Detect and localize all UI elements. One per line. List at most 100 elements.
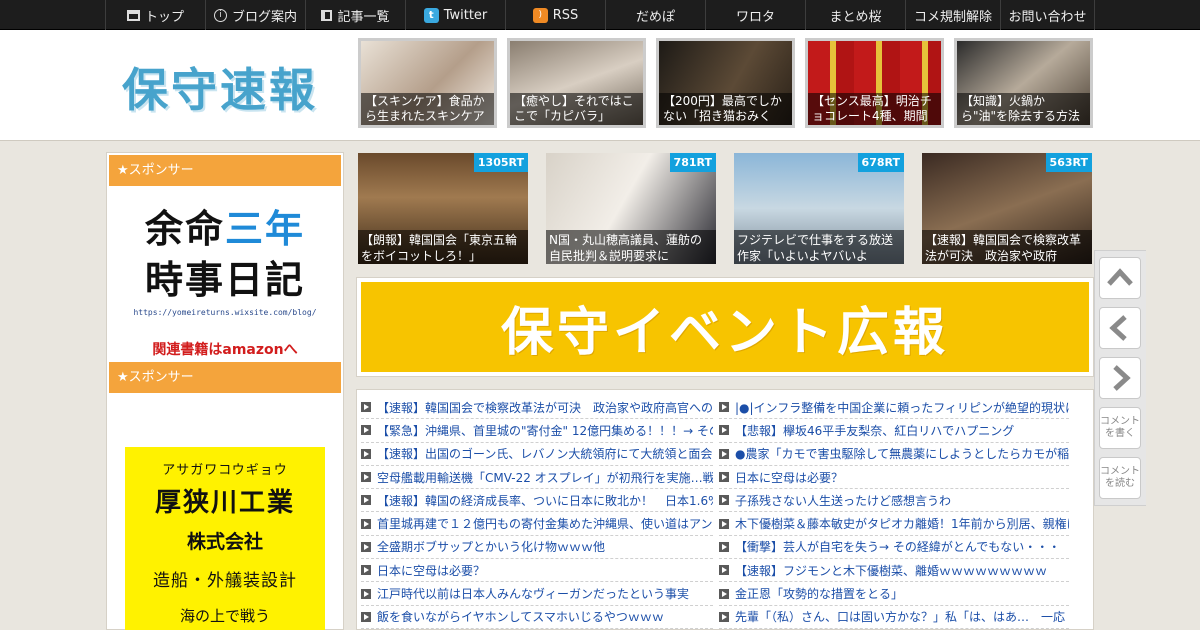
header-thumbnail[interactable]: 【200円】最高でしかない「招き猫おみくじ」 (656, 38, 795, 128)
headline-link[interactable]: 子孫残さない人生送ったけど感想言うわ (719, 489, 1069, 513)
event-banner-text: 保守イベント広報 (361, 282, 1089, 372)
sidebar: ★スポンサー 余命三年 時事日記 https://yomeireturns.wi… (106, 152, 344, 630)
nav-item-rss[interactable]: ) RSS (505, 0, 605, 30)
headline-link[interactable]: 日本に空母は必要？ (361, 559, 713, 583)
headline-text: 【速報】フジモンと木下優樹菜、離婚ｗｗｗｗｗｗｗｗｗ (735, 563, 1048, 578)
headline-link[interactable]: |●|インフラ整備を中国企業に頼ったフィリピンが絶望的現状に (719, 396, 1069, 420)
nav-label: ブログ案内 (231, 9, 297, 25)
headline-link[interactable]: 木下優樹菜＆藤本敏史がタピオカ離婚！1年前から別居、親権は (719, 512, 1069, 536)
nav-item-matome-sakura[interactable]: まとめ桜 (805, 0, 905, 30)
nav-item-blog-guide[interactable]: i ブログ案内 (205, 0, 305, 30)
nav-item-contact[interactable]: お問い合わせ (1000, 0, 1095, 30)
thumbnail-caption: 【知識】火鍋から"油"を除去する方法 (957, 93, 1090, 125)
arrow-bullet-icon (361, 402, 371, 413)
headline-text: 【速報】出国のゴーン氏、レバノン大統領府にて大統領と面会か (377, 447, 713, 462)
site-logo[interactable]: 保守速報 (122, 54, 318, 120)
headline-link[interactable]: 飯を食いながらイヤホンしてスマホいじるやつｗｗｗ (361, 606, 713, 629)
arrow-bullet-icon (719, 448, 729, 459)
scroll-top-button[interactable] (1099, 257, 1141, 299)
headline-text: 【速報】韓国の経済成長率、ついに日本に敗北か！ 日本1.6% (377, 493, 713, 508)
list-icon (321, 9, 333, 21)
headline-link[interactable]: 【速報】韓国の経済成長率、ついに日本に敗北か！ 日本1.6% (361, 489, 713, 513)
rt-count-badge: 1305RT (473, 153, 528, 172)
popular-article-title: N国・丸山穂高議員、蓮舫の自民批判＆説明要求に (546, 230, 716, 264)
arrow-bullet-icon (361, 472, 371, 483)
headline-link[interactable]: 先輩「（私）さん、口は固い方かな？」私「は、はあ… 一応 (719, 606, 1069, 629)
sponsor-ad-yomei[interactable]: 余命三年 時事日記 https://yomeireturns.wixsite.c… (107, 188, 343, 360)
headline-link[interactable]: 【緊急】沖縄県、首里城の"寄付金" 12億円集める！！！→ その使い道 (361, 419, 713, 443)
headline-link[interactable]: 空母艦載用輸送機「CMV-22 オスプレイ」が初飛行を実施…戦力 (361, 466, 713, 490)
arrow-bullet-icon (361, 495, 371, 506)
nav-label: 記事一覧 (337, 9, 390, 25)
headline-column-right: |●|インフラ整備を中国企業に頼ったフィリピンが絶望的現状に 【悲報】欅坂46平… (719, 396, 1069, 629)
headline-link[interactable]: 【衝撃】芸人が自宅を失う→ その経緯がとんでもない・・・ (719, 536, 1069, 560)
nav-label: トップ (144, 9, 184, 25)
header-thumbnail-row: 【スキンケア】食品から生まれたスキンケア 【癒やし】それではここで「カピバラ」 … (358, 38, 1093, 128)
next-article-button[interactable] (1099, 357, 1141, 399)
headline-text: ●農家「カモで害虫駆除して無農薬にしようとしたらカモが稲食べ (735, 447, 1069, 462)
nav-item-comment-unban[interactable]: コメ規制解除 (905, 0, 1000, 30)
headline-text: 木下優樹菜＆藤本敏史がタピオカ離婚！1年前から別居、親権は (735, 517, 1069, 532)
previous-article-button[interactable] (1099, 307, 1141, 349)
home-icon (126, 9, 140, 21)
popular-article-card[interactable]: 563RT 【速報】韓国国会で検察改革法が可決 政治家や政府 (922, 153, 1092, 264)
headline-link[interactable]: ●農家「カモで害虫駆除して無農薬にしようとしたらカモが稲食べ (719, 443, 1069, 466)
nav-item-article-list[interactable]: 記事一覧 (305, 0, 405, 30)
nav-item-top[interactable]: トップ (105, 0, 205, 30)
arrow-bullet-icon (361, 565, 371, 576)
info-icon: i (213, 8, 227, 22)
nav-label: Twitter (443, 7, 488, 23)
headline-text: 江戸時代以前は日本人みんなヴィーガンだったという事実 (377, 587, 690, 602)
sponsor-heading: ★スポンサー (109, 362, 341, 393)
rss-icon: ) (532, 7, 548, 23)
ad-tagline: 海の上で戦う (179, 607, 270, 625)
arrow-bullet-icon (719, 565, 729, 576)
thumbnail-caption: 【200円】最高でしかない「招き猫おみくじ」 (659, 93, 792, 125)
popular-article-card[interactable]: 781RT N国・丸山穂高議員、蓮舫の自民批判＆説明要求に (546, 153, 716, 264)
nav-item-damepo[interactable]: だめぽ (605, 0, 705, 30)
sponsor-ad-asagawa[interactable]: アサガワコウギョウ 厚狭川工業 株式会社 造船・外艤装設計 海の上で戦う (125, 447, 325, 630)
thumbnail-caption: 【癒やし】それではここで「カピバラ」 (510, 93, 643, 125)
headline-link[interactable]: 【悲報】欅坂46平手友梨奈、紅白リハでハプニング (719, 419, 1069, 443)
amazon-link[interactable]: 関連書籍はamazonへ (107, 339, 343, 359)
header-thumbnail[interactable]: 【スキンケア】食品から生まれたスキンケア (358, 38, 497, 128)
arrow-bullet-icon (719, 402, 729, 413)
popular-article-card[interactable]: 678RT フジテレビで仕事をする放送作家「いよいよヤバいよ (734, 153, 904, 264)
headline-link[interactable]: 江戸時代以前は日本人みんなヴィーガンだったという事実 (361, 582, 713, 606)
headline-link[interactable]: 日本に空母は必要？ (719, 466, 1069, 490)
headline-text: 【緊急】沖縄県、首里城の"寄付金" 12億円集める！！！→ その使い道 (377, 423, 713, 438)
popular-article-card[interactable]: 1305RT 【朗報】韓国国会「東京五輪をボイコットしろ！」 (358, 153, 528, 264)
nav-menu: トップ i ブログ案内 記事一覧 t Twitter ) RSS だめぽ ワロタ… (105, 0, 1095, 30)
nav-item-warota[interactable]: ワロタ (705, 0, 805, 30)
headline-link[interactable]: 金正恩「攻勢的な措置をとる」 (719, 582, 1069, 606)
headline-link[interactable]: 全盛期ボブサップとかいう化け物ｗｗｗ他 (361, 536, 713, 560)
header-thumbnail[interactable]: 【知識】火鍋から"油"を除去する方法 (954, 38, 1093, 128)
headline-link[interactable]: 【速報】韓国国会で検察改革法が可決 政治家や政府高官への捜査 (361, 396, 713, 420)
event-banner[interactable]: 保守イベント広報 (356, 277, 1094, 377)
write-comment-button[interactable]: コメントを書く (1099, 407, 1141, 449)
headline-link[interactable]: 【速報】出国のゴーン氏、レバノン大統領府にて大統領と面会か (361, 443, 713, 466)
headline-text: |●|インフラ整備を中国企業に頼ったフィリピンが絶望的現状に (735, 400, 1069, 415)
rt-count-badge: 678RT (857, 153, 904, 172)
chevron-right-icon (1113, 365, 1131, 391)
ad-title-line2: 時事日記 (144, 258, 305, 302)
read-comments-button[interactable]: コメントを読む (1099, 457, 1141, 499)
ad-title-accent: 三年 (225, 207, 306, 251)
ad-title-line1: 余命三年 (107, 204, 343, 254)
arrow-bullet-icon (361, 425, 371, 436)
headline-text: 金正恩「攻勢的な措置をとる」 (735, 587, 904, 602)
headline-link[interactable]: 【速報】フジモンと木下優樹菜、離婚ｗｗｗｗｗｗｗｗｗ (719, 559, 1069, 583)
header-thumbnail[interactable]: 【センス最高】明治チョコレート4種、期間 (805, 38, 944, 128)
arrow-bullet-icon (719, 541, 729, 552)
ad-title-part: 余命 (144, 207, 225, 251)
popular-article-title: フジテレビで仕事をする放送作家「いよいよヤバいよ (734, 230, 904, 264)
nav-item-twitter[interactable]: t Twitter (405, 0, 505, 30)
arrow-bullet-icon (719, 518, 729, 529)
arrow-bullet-icon (361, 448, 371, 459)
headline-text: 【衝撃】芸人が自宅を失う→ その経緯がとんでもない・・・ (735, 540, 1061, 555)
arrow-bullet-icon (361, 611, 371, 622)
header-thumbnail[interactable]: 【癒やし】それではここで「カピバラ」 (507, 38, 646, 128)
headline-link[interactable]: 首里城再建で１２億円もの寄付金集めた沖縄県、使い道はアンケート (361, 512, 713, 536)
headline-text: 日本に空母は必要？ (377, 563, 486, 578)
popular-article-title: 【速報】韓国国会で検察改革法が可決 政治家や政府 (922, 230, 1092, 264)
